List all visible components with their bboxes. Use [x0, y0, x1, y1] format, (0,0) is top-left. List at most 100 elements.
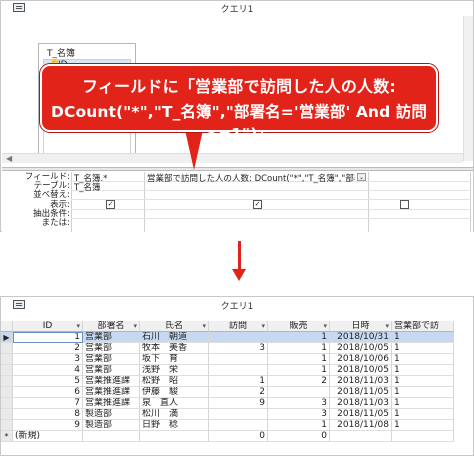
cell-count[interactable] — [392, 431, 454, 442]
column-header-date[interactable]: 日時 — [330, 321, 392, 332]
table-row[interactable]: 8 製造部 松川 満 3 2018/11/05 1 — [1, 409, 473, 420]
show-checkbox-3[interactable] — [400, 200, 409, 209]
cell-sales[interactable]: 1 — [268, 365, 330, 376]
row-selector[interactable]: ▶ — [1, 332, 13, 343]
table-row[interactable]: 2 営業部 牧本 美香 3 1 2018/10/05 1 — [1, 343, 473, 354]
table-row[interactable]: 7 営業推進課 泉 直人 9 3 2018/11/03 1 — [1, 398, 473, 409]
cell-name[interactable]: 泉 直人 — [140, 398, 209, 409]
table-row[interactable]: 3 営業部 坂下 育 1 2018/10/06 1 — [1, 354, 473, 365]
cell-dept[interactable]: 営業部 — [83, 343, 140, 354]
column-header-dept[interactable]: 部署名 — [83, 321, 140, 332]
grid-table-cell-1[interactable]: T_名簿 — [74, 181, 142, 193]
cell-id[interactable]: 3 — [13, 354, 83, 365]
cell-visit[interactable]: 2 — [209, 387, 268, 398]
cell-date[interactable]: 2018/11/05 — [330, 387, 392, 398]
cell-name[interactable]: 牧本 美香 — [140, 343, 209, 354]
table-row[interactable]: 4 営業部 浅野 栄 1 2018/10/05 1 — [1, 365, 473, 376]
cell-sales[interactable]: 0 — [268, 431, 330, 442]
cell-dept[interactable]: 営業推進課 — [83, 376, 140, 387]
column-header-sales[interactable]: 販売 — [268, 321, 330, 332]
cell-id[interactable]: 8 — [13, 409, 83, 420]
cell-date[interactable]: 2018/11/03 — [330, 398, 392, 409]
cell-name[interactable]: 松川 満 — [140, 409, 209, 420]
row-selector[interactable] — [1, 420, 13, 431]
column-header-id[interactable]: ID — [13, 321, 83, 332]
cell-count[interactable]: 1 — [392, 343, 454, 354]
table-row[interactable]: 9 製造部 日野 稔 1 2018/11/08 1 — [1, 420, 473, 431]
cell-date[interactable]: 2018/11/05 — [330, 409, 392, 420]
cell-id[interactable]: 2 — [13, 343, 83, 354]
cell-date[interactable]: 2018/11/03 — [330, 376, 392, 387]
cell-dept[interactable]: 営業部 — [83, 332, 140, 343]
table-name[interactable]: T_名簿 — [39, 46, 135, 59]
cell-sales[interactable]: 1 — [268, 420, 330, 431]
cell-visit[interactable] — [209, 420, 268, 431]
cell-visit[interactable]: 3 — [209, 343, 268, 354]
row-selector[interactable] — [1, 376, 13, 387]
cell-sales[interactable]: 3 — [268, 409, 330, 420]
cell-name[interactable]: 浅野 栄 — [140, 365, 209, 376]
row-selector[interactable] — [1, 343, 13, 354]
cell-id[interactable]: 4 — [13, 365, 83, 376]
cell-dept[interactable]: 製造部 — [83, 420, 140, 431]
cell-count[interactable]: 1 — [392, 332, 454, 343]
cell-count[interactable]: 1 — [392, 398, 454, 409]
cell-visit[interactable] — [209, 409, 268, 420]
cell-date[interactable]: 2018/10/05 — [330, 365, 392, 376]
cell-dept[interactable]: 営業部 — [83, 354, 140, 365]
cell-dept[interactable]: 営業部 — [83, 365, 140, 376]
cell-date[interactable]: 2018/11/08 — [330, 420, 392, 431]
cell-visit[interactable]: 1 — [209, 376, 268, 387]
cell-count[interactable]: 1 — [392, 376, 454, 387]
cell-sales[interactable]: 1 — [268, 343, 330, 354]
cell-id[interactable]: 6 — [13, 387, 83, 398]
cell-sales[interactable] — [268, 387, 330, 398]
row-selector[interactable] — [1, 354, 13, 365]
cell-visit[interactable] — [209, 332, 268, 343]
cell-id[interactable]: 5 — [13, 376, 83, 387]
field-dropdown-icon[interactable]: ⌄ — [357, 173, 366, 181]
cell-sales[interactable]: 3 — [268, 398, 330, 409]
cell-name[interactable] — [140, 431, 209, 442]
cell-visit[interactable] — [209, 354, 268, 365]
cell-name[interactable]: 日野 稔 — [140, 420, 209, 431]
cell-count[interactable]: 1 — [392, 354, 454, 365]
cell-visit[interactable]: 9 — [209, 398, 268, 409]
row-selector[interactable] — [1, 387, 13, 398]
row-selector[interactable] — [1, 365, 13, 376]
cell-visit[interactable]: 0 — [209, 431, 268, 442]
cell-name[interactable]: 伊藤 駿 — [140, 387, 209, 398]
cell-sales[interactable]: 1 — [268, 354, 330, 365]
column-header-count[interactable]: 営業部で訪 — [392, 321, 454, 332]
show-checkbox-1[interactable]: ✓ — [106, 200, 115, 209]
show-checkbox-2[interactable]: ✓ — [253, 200, 262, 209]
cell-count[interactable]: 1 — [392, 420, 454, 431]
cell-name[interactable]: 松野 昭 — [140, 376, 209, 387]
cell-name[interactable]: 石川 朝道 — [140, 332, 209, 343]
column-header-visit[interactable]: 訪問 — [209, 321, 268, 332]
column-header-name[interactable]: 氏名 — [140, 321, 209, 332]
grid-field-cell-2[interactable]: 営業部で訪問した人の人数: DCount("*","T_名簿","部署名=' — [147, 172, 355, 184]
cell-date[interactable]: 2018/10/31 — [330, 332, 392, 343]
table-row[interactable]: 6 営業推進課 伊藤 駿 2 2018/11/05 1 — [1, 387, 473, 398]
cell-id[interactable]: 7 — [13, 398, 83, 409]
cell-name[interactable]: 坂下 育 — [140, 354, 209, 365]
cell-sales[interactable]: 1 — [268, 332, 330, 343]
horizontal-scrollbar[interactable]: ◀ — [2, 153, 463, 163]
cell-visit[interactable] — [209, 365, 268, 376]
row-selector[interactable] — [1, 398, 13, 409]
cell-id[interactable]: 9 — [13, 420, 83, 431]
cell-sales[interactable]: 2 — [268, 376, 330, 387]
scroll-left-icon[interactable]: ◀ — [6, 154, 12, 163]
pane-splitter[interactable] — [2, 167, 473, 171]
cell-id[interactable]: (新規) — [13, 431, 83, 442]
cell-id[interactable]: 1 — [13, 332, 83, 343]
cell-count[interactable]: 1 — [392, 409, 454, 420]
cell-dept[interactable]: 製造部 — [83, 409, 140, 420]
cell-dept[interactable] — [83, 431, 140, 442]
cell-dept[interactable]: 営業推進課 — [83, 398, 140, 409]
table-row[interactable]: ▶ 1 営業部 石川 朝道 1 2018/10/31 1 — [1, 332, 473, 343]
cell-date[interactable]: 2018/10/06 — [330, 354, 392, 365]
table-row[interactable]: 5 営業推進課 松野 昭 1 2 2018/11/03 1 — [1, 376, 473, 387]
cell-count[interactable]: 1 — [392, 365, 454, 376]
